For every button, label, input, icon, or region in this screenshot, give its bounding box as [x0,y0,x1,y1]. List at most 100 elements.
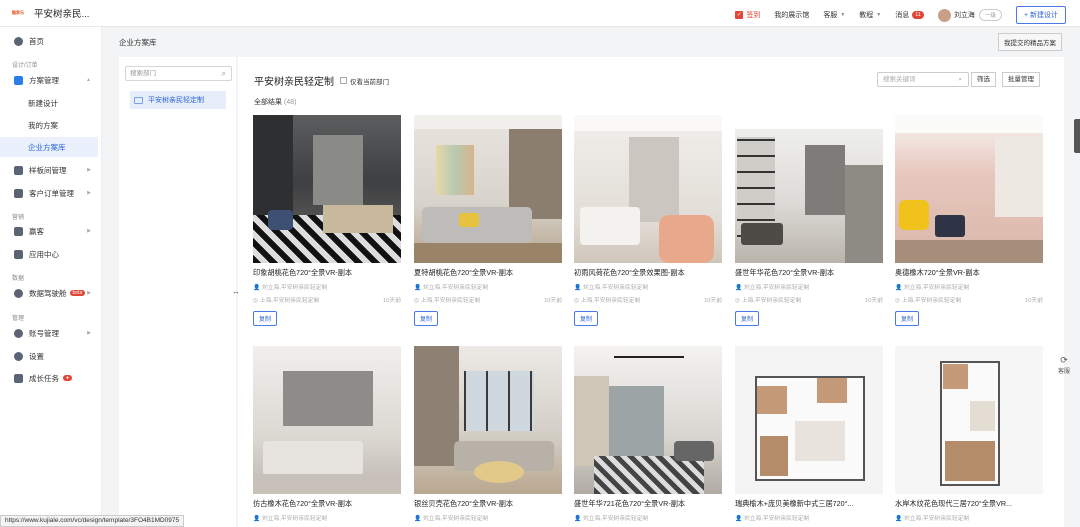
sidebar-item-apps[interactable]: 应用中心 [0,243,101,265]
plan-card[interactable]: 仿古橡木花色720°全景VR-副本 👤 刘立海,平安树亲民轻定制 [253,346,401,522]
plan-time: 10天前 [382,298,401,304]
message-count-badge: 11 [912,11,924,19]
plan-card[interactable]: 瑞典榆木+庞贝美橡新中式三居720°... 👤 刘立海,平安树亲民轻定制 [735,346,883,522]
plan-thumbnail[interactable] [735,346,883,494]
messages-link[interactable]: 消息 11 [895,10,924,20]
signin-label: 签到 [746,12,761,19]
sidebar-item-new-design[interactable]: 新建设计 [0,93,98,113]
plan-title[interactable]: 印象胡桃花色720°全景VR-副本 [253,268,401,278]
plan-location-row: ◎ 上海,平安树亲民轻定制 10天前 [895,295,1043,304]
sidebar-item-growth[interactable]: 成长任务 ● [0,367,101,389]
plan-title[interactable]: 盛世年华花色720°全景VR-副本 [735,268,883,278]
plan-author: 👤 刘立海,平安树亲民轻定制 [895,516,970,522]
plan-card[interactable]: 水岸木纹花色现代三居720°全景VR... 👤 刘立海,平安树亲民轻定制 [895,346,1043,522]
plan-thumbnail[interactable] [414,346,562,494]
copy-button[interactable]: 复制 [414,311,439,326]
brand-name[interactable]: 平安树亲民... [34,6,89,20]
chevron-up-icon: ▲ [86,77,91,83]
plan-author: 👤 刘立海,平安树亲民轻定制 [574,516,649,522]
only-current-dept-checkbox[interactable]: 仅看当前部门 [340,76,389,86]
sidebar-item-orders[interactable]: 客户订单管理 ▶ [0,182,101,204]
plan-title[interactable]: 银丝贝壳花色720°全景VR-副本 [414,499,562,509]
plan-title[interactable]: 瑞典榆木+庞贝美橡新中式三居720°... [735,499,883,509]
chevron-down-icon: ▼ [840,12,846,18]
plan-card[interactable]: 盛世年华花色720°全景VR-副本 👤 刘立海,平安树亲民轻定制 ◎ 上海,平安树亲… [735,115,883,326]
filter-button[interactable]: 筛选 [971,72,996,87]
order-icon [14,188,23,198]
service-label: 客服 [823,12,838,19]
plan-card[interactable]: 夏特胡桃花色720°全景VR-副本 👤 刘立海,平安树亲民轻定制 ◎ 上海,平安树亲… [414,115,562,326]
chevron-right-icon: ▶ [87,167,91,173]
plan-thumbnail[interactable] [574,346,722,494]
group-label: 设计/订单 [12,63,38,69]
plan-location: ◎ 上海,平安树亲民轻定制 [253,298,320,304]
plan-author: 👤 刘立海,平安树亲民轻定制 [414,285,489,291]
group-label: 数据 [12,276,25,282]
plan-location-row: ◎ 上海,平安树亲民轻定制 10天前 [735,295,883,304]
copy-button[interactable]: 复制 [574,311,599,326]
showroom-link[interactable]: 我的展示馆 [774,10,809,20]
plan-author: 👤 刘立海,平安树亲民轻定制 [414,516,489,522]
brand[interactable]: 酷家乐 平安树亲民... [12,6,89,20]
chevron-right-icon: ▶ [87,290,91,296]
plan-thumbnail[interactable] [735,115,883,263]
plan-author: 👤 刘立海,平安树亲民轻定制 [253,516,328,522]
plan-card[interactable]: 印象胡桃花色720°全景VR-副本 👤 刘立海,平安树亲民轻定制 ◎ 上海,平安树亲… [253,115,401,326]
plan-card[interactable]: 初雨风荷花色720°全景效果图-副本 👤 刘立海,平安树亲民轻定制 ◎ 上海,平安树… [574,115,722,326]
result-label: 全部结果 [254,99,282,106]
my-submitted-button[interactable]: 我提交的精品方案 [998,33,1062,51]
plan-location: ◎ 上海,平安树亲民轻定制 [574,298,641,304]
sidebar-item-plan-management[interactable]: 方案管理 ▲ [0,69,101,91]
sidebar-item-promo[interactable]: 赢客 ▶ [0,220,101,242]
plan-card[interactable]: 银丝贝壳花色720°全景VR-副本 👤 刘立海,平安树亲民轻定制 [414,346,562,522]
signin-link[interactable]: ✓ 签到 [735,10,760,20]
tutorial-menu[interactable]: 教程 ▼ [859,10,881,20]
only-current-label: 仅看当前部门 [350,78,389,86]
plan-location: ◎ 上海,平安树亲民轻定制 [895,298,962,304]
user-menu[interactable]: 刘立海 一级 [937,8,1002,22]
plan-card[interactable]: 盛世年华721花色720°全景VR-副本 👤 刘立海,平安树亲民轻定制 [574,346,722,522]
sidebar-item-model-rooms[interactable]: 样板间管理 ▶ [0,159,101,181]
plan-title[interactable]: 仿古橡木花色720°全景VR-副本 [253,499,401,509]
plan-thumbnail[interactable] [895,346,1043,494]
plan-author: 👤 刘立海,平安树亲民轻定制 [574,285,649,291]
side-tab[interactable] [1074,119,1080,153]
plan-thumbnail[interactable] [574,115,722,263]
plan-card[interactable]: 奥德橡木720°全景VR-副本 👤 刘立海,平安树亲民轻定制 ◎ 上海,平安树亲民轻… [895,115,1043,326]
page-title: 平安树亲民轻定制 [254,77,334,88]
sidebar-item-company-plans[interactable]: 企业方案库 [0,137,98,157]
plan-thumbnail[interactable] [895,115,1043,263]
plan-location: ◎ 上海,平安树亲民轻定制 [735,298,802,304]
refresh-icon: ⟳ [1060,355,1068,365]
plan-title[interactable]: 盛世年华721花色720°全景VR-副本 [574,499,722,509]
new-design-button[interactable]: + 新建设计 [1015,6,1066,24]
main-panel: 平安树亲民轻定制 仅看当前部门 全部结果 (48) 搜索关键词 ⌕ 筛选 批量管理 … [238,57,1064,527]
keyword-search-input[interactable]: 搜索关键词 ⌕ [877,72,969,87]
department-item[interactable]: 平安树亲民轻定制 [130,91,226,109]
sidebar-item-label: 方案管理 [29,75,59,85]
plan-title[interactable]: 奥德橡木720°全景VR-副本 [895,268,1043,278]
batch-manage-button[interactable]: 批量管理 [1002,72,1040,87]
plan-thumbnail[interactable] [253,346,401,494]
home-icon [14,36,23,46]
plan-location-row: ◎ 上海,平安树亲民轻定制 10天前 [574,295,722,304]
plan-thumbnail[interactable] [414,115,562,263]
plan-title[interactable]: 水岸木纹花色现代三居720°全景VR... [895,499,1043,509]
plan-title[interactable]: 夏特胡桃花色720°全景VR-副本 [414,268,562,278]
service-float-button[interactable]: ⟳ 客服 [1058,355,1070,375]
sidebar-item-accounts[interactable]: 账号管理 ▶ [0,322,101,344]
page-title-row: 平安树亲民轻定制 仅看当前部门 [254,73,389,88]
copy-button[interactable]: 复制 [895,311,920,326]
sidebar-item-data-cockpit[interactable]: 数据驾驶舱 beta ▶ [0,282,101,304]
plan-thumbnail[interactable] [253,115,401,263]
checkbox-icon [340,77,347,84]
plan-title[interactable]: 初雨风荷花色720°全景效果图-副本 [574,268,722,278]
sidebar-item-home[interactable]: 首页 [0,30,101,52]
department-search-input[interactable]: 搜索部门 ⌕ [125,66,232,81]
copy-button[interactable]: 复制 [735,311,760,326]
copy-button[interactable]: 复制 [253,311,278,326]
sidebar-item-label: 应用中心 [29,249,59,259]
sidebar-item-my-plans[interactable]: 我的方案 [0,115,98,135]
service-menu[interactable]: 客服 ▼ [823,10,845,20]
sidebar-item-settings[interactable]: 设置 [0,345,101,367]
